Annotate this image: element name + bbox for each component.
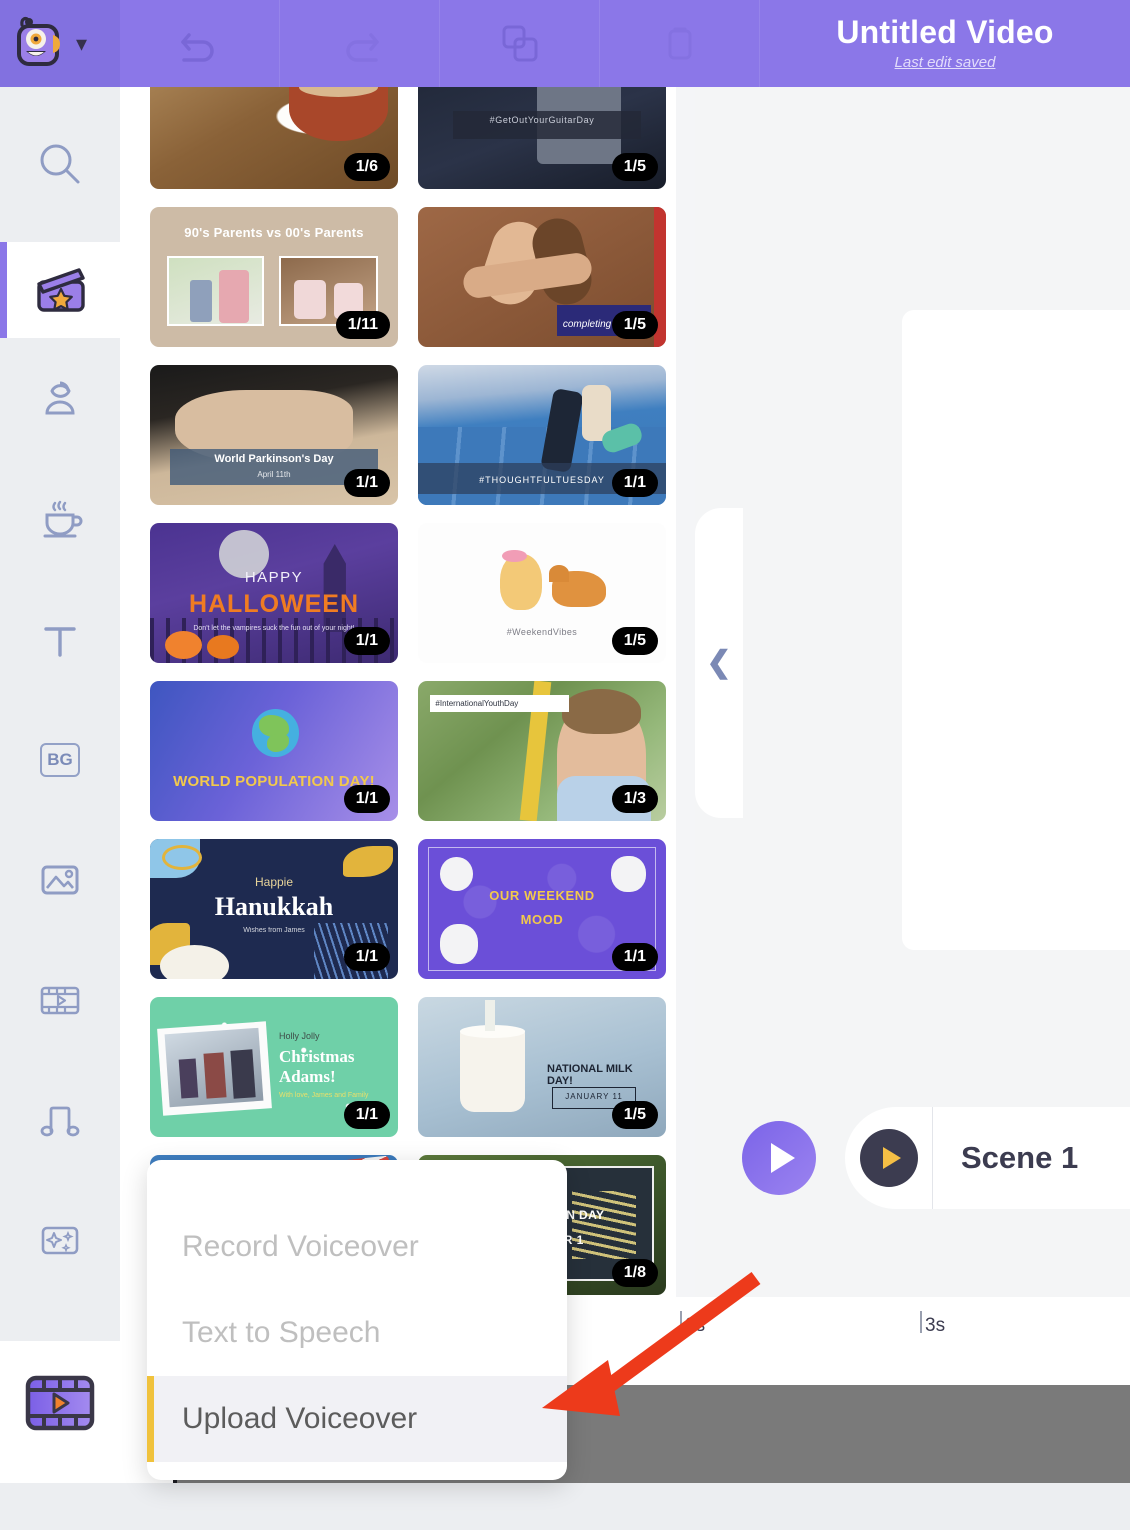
template-page-badge: 1/1: [343, 943, 390, 971]
timeline-tick-label: 3s: [925, 1315, 946, 1336]
template-title: Christmas Adams!: [278, 1047, 355, 1087]
image-mountain-icon: [41, 865, 79, 895]
sidebar-item-text[interactable]: [0, 592, 120, 688]
sidebar-item-video-templates[interactable]: [0, 242, 120, 338]
top-toolbar: ▾ Untitled Video Last edit saved: [0, 0, 1130, 87]
delete-button[interactable]: [600, 0, 760, 87]
template-subtitle: JANUARY 11: [565, 1092, 623, 1102]
sidebar-item-characters[interactable]: [0, 352, 120, 448]
template-page-badge: 1/6: [343, 153, 390, 181]
template-page-badge: 1/5: [611, 153, 658, 181]
film-strip-play-icon: [40, 986, 80, 1015]
template-subtitle: Holly Jolly: [278, 1030, 320, 1041]
template-title: NATIONAL MILK DAY!: [546, 1062, 633, 1087]
sidebar-item-effects[interactable]: [0, 1192, 120, 1288]
sidebar-item-my-videos[interactable]: [0, 1355, 120, 1451]
template-page-badge: 1/1: [343, 1101, 390, 1129]
template-page-badge: 1/1: [343, 785, 390, 813]
animaker-monster-logo: [8, 13, 70, 75]
template-title: World Parkinson's Day: [214, 453, 334, 466]
template-caption: #GetOutYourGuitarDay: [489, 114, 595, 125]
left-sidebar: BG: [0, 87, 120, 1530]
template-page-badge: 1/1: [343, 469, 390, 497]
copy-squares-icon: [502, 25, 537, 61]
template-card[interactable]: completing 1/5: [418, 207, 666, 347]
sidebar-item-properties[interactable]: [0, 472, 120, 568]
redo-arrow-icon: [345, 32, 379, 62]
template-gallery[interactable]: 1/6 #GetOutYourGuitarDay 1/5 90's Parent…: [120, 87, 695, 1297]
template-caption: With love, James and Family: [278, 1092, 369, 1100]
play-button[interactable]: [742, 1121, 816, 1195]
template-page-badge: 1/5: [611, 311, 658, 339]
template-page-badge: 1/1: [343, 627, 390, 655]
menu-item-label: Record Voiceover: [182, 1230, 419, 1263]
scene-play-button[interactable]: [845, 1107, 933, 1209]
coffee-cup-icon: [43, 500, 83, 538]
template-card[interactable]: #WeekendVibes 1/5: [418, 523, 666, 663]
scene-card[interactable]: Scene 1: [845, 1107, 1130, 1209]
template-card[interactable]: 90's Parents vs 00's Parents 1/11: [150, 207, 398, 347]
clapperboard-star-icon: [37, 268, 85, 312]
page-title[interactable]: Untitled Video: [836, 16, 1053, 50]
save-status[interactable]: Last edit saved: [895, 54, 996, 71]
bg-icon: BG: [40, 743, 80, 777]
template-page-badge: 1/5: [611, 627, 658, 655]
play-triangle-icon: [882, 1147, 901, 1169]
template-card[interactable]: World Parkinson's Day April 11th 1/1: [150, 365, 398, 505]
template-subtitle: Happie: [254, 875, 294, 890]
undo-button[interactable]: [120, 0, 280, 87]
timeline-footer: [0, 1483, 1130, 1530]
template-card[interactable]: Happie Hanukkah Wishes from James 1/1: [150, 839, 398, 979]
chevron-down-icon[interactable]: ▾: [76, 32, 87, 55]
template-caption: Wishes from James: [243, 927, 305, 935]
template-card[interactable]: #InternationalYouthDay 1/3: [418, 681, 666, 821]
red-pointer-arrow: [480, 1270, 770, 1440]
template-card[interactable]: #GetOutYourGuitarDay 1/5: [418, 87, 666, 189]
duplicate-button[interactable]: [440, 0, 600, 87]
template-card[interactable]: 1/6: [150, 87, 398, 189]
template-card[interactable]: OUR WEEKEND MOOD 1/1: [418, 839, 666, 979]
template-card[interactable]: #THOUGHTFULTUESDAY 1/1: [418, 365, 666, 505]
video-canvas[interactable]: [902, 310, 1130, 950]
template-page-badge: 1/11: [335, 311, 390, 339]
sidebar-item-video[interactable]: [0, 952, 120, 1048]
scene-name-label: Scene 1: [961, 1140, 1079, 1175]
scene-play-circle: [859, 1129, 918, 1187]
template-card[interactable]: NATIONAL MILK DAY! JANUARY 11 1/5: [418, 997, 666, 1137]
person-icon: [45, 381, 75, 415]
undo-arrow-icon: [180, 32, 214, 62]
template-page-badge: 1/5: [611, 1101, 658, 1129]
sparkle-icon: [41, 1226, 79, 1255]
sidebar-item-search[interactable]: [0, 117, 120, 213]
redo-button[interactable]: [280, 0, 440, 87]
trash-icon: [668, 27, 691, 59]
text-T-icon: [44, 627, 76, 657]
document-title-block: Untitled Video Last edit saved: [760, 0, 1130, 87]
template-card[interactable]: HAPPY HALLOWEEN Don't let the vampires s…: [150, 523, 398, 663]
template-grid: 1/6 #GetOutYourGuitarDay 1/5 90's Parent…: [150, 87, 670, 1297]
template-title: Hanukkah: [214, 892, 334, 922]
template-card[interactable]: Holly Jolly Christmas Adams! With love, …: [150, 997, 398, 1137]
sidebar-item-music[interactable]: [0, 1072, 120, 1168]
film-strip-purple-icon: [25, 1375, 95, 1431]
menu-item-label: Text to Speech: [182, 1316, 381, 1349]
chevron-left-icon: ❮: [706, 646, 732, 679]
menu-item-label: Upload Voiceover: [182, 1402, 418, 1435]
sidebar-item-images[interactable]: [0, 832, 120, 928]
template-card[interactable]: WORLD POPULATION DAY! 1/1: [150, 681, 398, 821]
template-page-badge: 1/1: [611, 469, 658, 497]
search-icon: [40, 144, 80, 184]
collapse-panel-button[interactable]: ❮: [695, 508, 743, 818]
app-logo-button[interactable]: ▾: [0, 0, 120, 87]
template-page-badge: 1/3: [611, 785, 658, 813]
template-caption: #InternationalYouthDay: [435, 699, 519, 709]
template-title: 90's Parents vs 00's Parents: [184, 225, 364, 241]
music-note-icon: [40, 1106, 80, 1137]
sidebar-item-background[interactable]: BG: [0, 712, 120, 808]
template-page-badge: 1/1: [611, 943, 658, 971]
video-editor-app: ▾ Untitled Video Last edit saved BG 1/6 …: [0, 0, 1130, 1530]
gallery-scrollbar-track[interactable]: [676, 87, 695, 1297]
play-triangle-icon: [770, 1143, 795, 1173]
